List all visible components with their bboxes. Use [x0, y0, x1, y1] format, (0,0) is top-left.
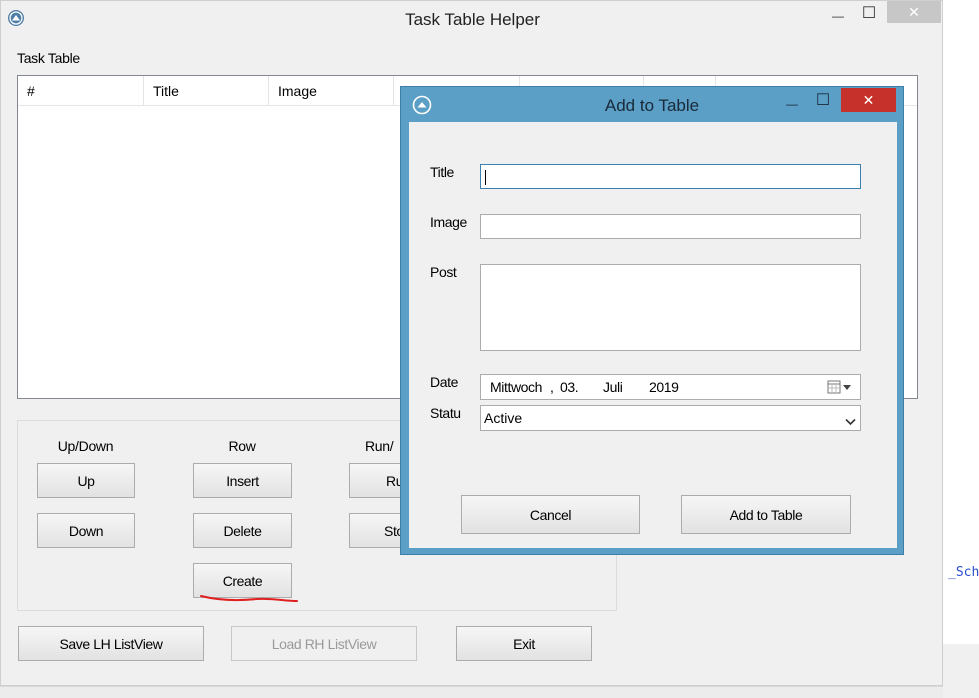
dialog-close-button[interactable]: ✕	[841, 88, 896, 112]
text-cursor	[485, 169, 486, 185]
column-header-image[interactable]: Image	[269, 76, 394, 106]
cancel-button[interactable]: Cancel	[461, 495, 640, 534]
column-header-number[interactable]: #	[18, 76, 144, 106]
maximize-button[interactable]: ☐	[858, 3, 880, 23]
dialog-maximize-button[interactable]: ☐	[812, 90, 834, 110]
status-label: Statu	[430, 405, 461, 421]
exit-button[interactable]: Exit	[456, 626, 592, 661]
column-header-title[interactable]: Title	[144, 76, 269, 106]
insert-button[interactable]: Insert	[193, 463, 292, 498]
minimize-button[interactable]: —	[827, 6, 849, 26]
background-bottom-area	[943, 644, 979, 698]
add-to-table-dialog: Add to Table — ☐ ✕ Title Image Post Date…	[400, 86, 904, 555]
save-lh-listview-button[interactable]: Save LH ListView	[18, 626, 204, 661]
status-selected-value: Active	[484, 410, 523, 426]
date-weekday: Mittwoch	[490, 379, 543, 395]
load-rh-listview-button: Load RH ListView	[231, 626, 417, 661]
image-input[interactable]	[480, 214, 861, 239]
background-strip	[943, 0, 979, 644]
dialog-client-area: Title Image Post Date Mittwoch , 03. Jul…	[409, 122, 897, 548]
date-month: Juli	[603, 379, 623, 395]
updown-group-label: Up/Down	[57, 438, 114, 454]
post-textarea[interactable]	[480, 264, 861, 351]
date-picker[interactable]: Mittwoch , 03. Juli 2019	[480, 374, 861, 400]
date-day: 03.	[560, 379, 579, 395]
dialog-minimize-button[interactable]: —	[782, 94, 802, 114]
title-label: Title	[430, 164, 454, 180]
calendar-dropdown-icon[interactable]	[827, 380, 855, 395]
background-code-fragment: _Sch	[948, 565, 979, 580]
title-input[interactable]	[480, 164, 861, 189]
red-underline-annotation	[200, 595, 298, 602]
task-table-label: Task Table	[17, 50, 80, 66]
background-bottom-strip	[0, 686, 943, 698]
date-label: Date	[430, 374, 458, 390]
row-group-label: Row	[228, 438, 256, 454]
up-button[interactable]: Up	[37, 463, 135, 498]
image-label: Image	[430, 214, 467, 230]
date-year: 2019	[649, 379, 679, 395]
run-group-label: Run/	[365, 438, 394, 454]
down-button[interactable]: Down	[37, 513, 135, 548]
window-title: Task Table Helper	[405, 10, 540, 29]
post-label: Post	[430, 264, 457, 280]
status-select[interactable]: Active	[480, 405, 861, 431]
add-to-table-button[interactable]: Add to Table	[681, 495, 851, 534]
delete-button[interactable]: Delete	[193, 513, 292, 548]
date-separator: ,	[550, 379, 554, 395]
close-button[interactable]: ✕	[887, 1, 941, 23]
chevron-down-icon	[845, 413, 856, 429]
